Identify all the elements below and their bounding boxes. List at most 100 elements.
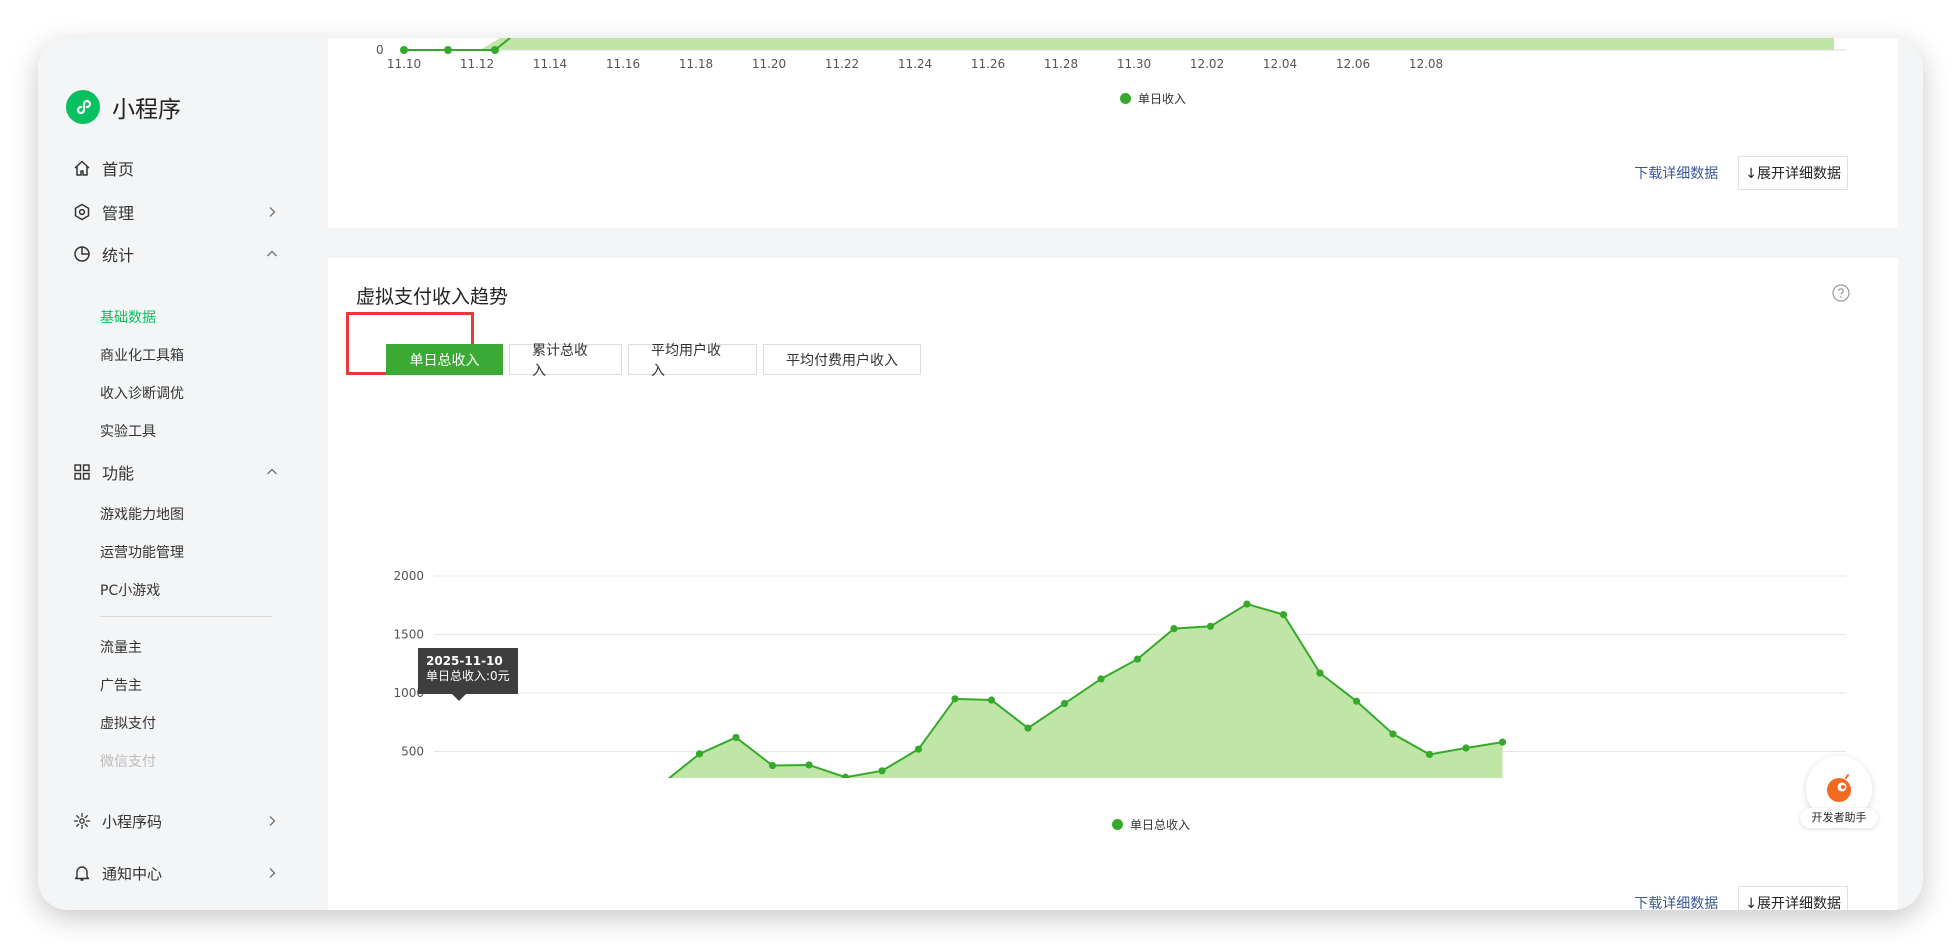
sub-traffic-owner[interactable]: 流量主: [100, 637, 142, 657]
data-point[interactable]: [1206, 622, 1215, 630]
top-x-tick-label: 11.26: [971, 57, 1005, 71]
top-chart-area: [480, 38, 1834, 50]
nav-features[interactable]: 功能: [72, 458, 282, 486]
download-detail-link[interactable]: 下载详细数据: [1634, 163, 1718, 183]
nav-manage-label: 管理: [102, 204, 135, 223]
data-point[interactable]: [695, 750, 704, 758]
pie-chart-icon: [72, 244, 92, 264]
data-point[interactable]: [841, 773, 850, 778]
top-x-tick-label: 11.16: [606, 57, 640, 71]
assistant-label: 开发者助手: [1800, 808, 1878, 828]
data-point[interactable]: [878, 767, 886, 775]
expand-detail-button[interactable]: ↓展开详细数据: [1738, 886, 1848, 910]
legend-dot: [1120, 93, 1131, 104]
top-chart: 0 11.10 11.12 11.14 11.16 11.18 11.20 11.22 11.…: [376, 38, 1846, 71]
sub-operation-features[interactable]: 运营功能管理: [100, 542, 184, 562]
chart-legend-label: 单日总收入: [1130, 818, 1191, 832]
home-icon: [72, 158, 92, 178]
sub-pc-minigame[interactable]: PC小游戏: [100, 580, 160, 600]
data-point[interactable]: [1024, 724, 1032, 732]
chevron-up-icon: [262, 462, 282, 482]
top-x-tick-label: 11.22: [825, 57, 859, 71]
data-point[interactable]: [914, 745, 923, 753]
tooltip-date: 2025-11-10: [426, 654, 503, 668]
data-point[interactable]: [805, 761, 813, 769]
data-point[interactable]: [1243, 600, 1251, 608]
app-logo[interactable]: 小程序: [66, 90, 181, 124]
data-point[interactable]: [1060, 699, 1069, 708]
top-x-tick-label: 11.10: [387, 57, 421, 71]
bell-icon: [72, 863, 92, 883]
chevron-up-icon: [262, 244, 282, 264]
app-window: 小程序 首页 管理 统计 基础数据 商业化工具箱 收入诊断调优 实验工具 功能 …: [38, 38, 1923, 910]
chart-tooltip: 2025-11-10 单日总收入:0元: [418, 648, 518, 701]
data-point[interactable]: [732, 733, 740, 742]
top-x-tick-label: 11.30: [1117, 57, 1151, 71]
virtual-payment-trend-card: 虚拟支付收入趋势 单日总收入 累计总收入 平均用户收入 平均付费用户收入 050…: [328, 258, 1898, 910]
sub-wechat-pay[interactable]: 微信支付: [100, 751, 156, 771]
y-tick-label: 1500: [393, 628, 424, 642]
top-card-actions: 下载详细数据 ↓展开详细数据: [1634, 156, 1848, 190]
data-point[interactable]: [1170, 625, 1178, 633]
top-chart-legend-label: 单日收入: [1138, 92, 1187, 106]
data-point[interactable]: [1316, 669, 1324, 677]
nav-notice[interactable]: 通知中心: [72, 859, 282, 887]
sub-virtual-payment[interactable]: 虚拟支付: [100, 713, 156, 733]
sub-commerce-toolbox[interactable]: 商业化工具箱: [100, 345, 184, 365]
data-point[interactable]: [768, 761, 777, 770]
data-point[interactable]: [1462, 744, 1470, 752]
sub-advertiser[interactable]: 广告主: [100, 675, 142, 695]
nav-features-label: 功能: [102, 464, 135, 483]
data-point[interactable]: [1097, 675, 1105, 683]
top-x-tick-label: 11.18: [679, 57, 713, 71]
top-x-tick-label: 12.04: [1263, 57, 1297, 71]
data-point[interactable]: [1425, 750, 1434, 759]
y-tick-label: 2000: [393, 569, 424, 583]
nav-qrcode[interactable]: 小程序码: [72, 807, 282, 835]
revenue-area-chart: 0500100015002000 11.1011.1211.1411.1611.…: [393, 569, 1846, 778]
tooltip-value: 单日总收入:0元: [426, 669, 510, 683]
data-point[interactable]: [1279, 611, 1288, 619]
nav-qrcode-label: 小程序码: [102, 812, 163, 831]
nav-home[interactable]: 首页: [72, 154, 282, 182]
nav-stats[interactable]: 统计: [72, 240, 282, 268]
sub-game-capability-map[interactable]: 游戏能力地图: [100, 504, 184, 524]
nav-stats-label: 统计: [102, 246, 135, 265]
download-detail-link[interactable]: 下载详细数据: [1634, 893, 1718, 910]
data-point[interactable]: [951, 695, 959, 703]
grid-apps-icon: [72, 462, 92, 482]
top-chart-y-tick: 0: [376, 43, 384, 57]
assistant-icon: [1827, 774, 1851, 802]
chevron-right-icon: [262, 811, 282, 831]
data-point[interactable]: [1133, 655, 1142, 663]
data-point[interactable]: [1498, 738, 1507, 746]
nav-manage[interactable]: 管理: [72, 198, 282, 226]
sidebar: 小程序 首页 管理 统计 基础数据 商业化工具箱 收入诊断调优 实验工具 功能 …: [38, 38, 328, 910]
legend-dot: [1112, 819, 1123, 830]
nav-home-label: 首页: [102, 160, 135, 179]
top-x-tick-label: 11.28: [1044, 57, 1078, 71]
top-x-tick-label: 11.20: [752, 57, 786, 71]
developer-assistant-button[interactable]: 开发者助手: [1800, 756, 1878, 828]
top-chart-point: [491, 46, 499, 54]
miniprogram-logo-icon: [66, 90, 100, 124]
sub-basic-data[interactable]: 基础数据: [100, 307, 156, 327]
settings-hex-icon: [72, 202, 92, 222]
sub-revenue-diagnosis[interactable]: 收入诊断调优: [100, 383, 184, 403]
app-title: 小程序: [112, 97, 181, 123]
top-x-tick-label: 12.06: [1336, 57, 1370, 71]
data-point[interactable]: [1352, 697, 1361, 705]
sub-experiment-tools[interactable]: 实验工具: [100, 421, 156, 441]
sun-code-icon: [72, 811, 92, 831]
nav-notice-label: 通知中心: [102, 864, 163, 883]
main-card-actions: 下载详细数据 ↓展开详细数据: [1634, 886, 1848, 910]
data-point[interactable]: [987, 696, 996, 704]
top-chart-point: [444, 46, 452, 54]
expand-detail-button[interactable]: ↓展开详细数据: [1738, 156, 1848, 190]
top-chart-legend: 单日收入: [1120, 90, 1186, 107]
top-chart-point: [400, 46, 408, 54]
top-x-tick-label: 11.24: [898, 57, 932, 71]
data-point[interactable]: [1389, 730, 1397, 738]
y-tick-label: 500: [401, 745, 424, 759]
chart-legend: 单日总收入: [1112, 816, 1190, 833]
